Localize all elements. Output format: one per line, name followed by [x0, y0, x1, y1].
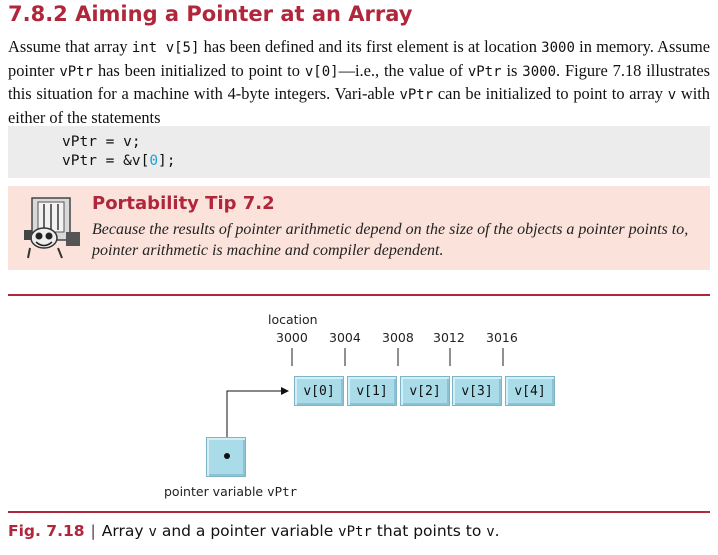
- pointer-dot: [224, 453, 230, 459]
- figure-caption: Fig. 7.18 | Array v and a pointer variable…: [8, 522, 500, 540]
- figure-lines: [224, 348, 504, 459]
- array-cell: v[3]: [452, 376, 502, 406]
- array-cell: v[2]: [400, 376, 450, 406]
- pointer-variable-label: pointer variable vPtr: [164, 484, 298, 499]
- array-cell: v[1]: [347, 376, 397, 406]
- figure-bottom-rule: [8, 511, 710, 513]
- array-cell: v[0]: [294, 376, 344, 406]
- array-cell: v[4]: [505, 376, 555, 406]
